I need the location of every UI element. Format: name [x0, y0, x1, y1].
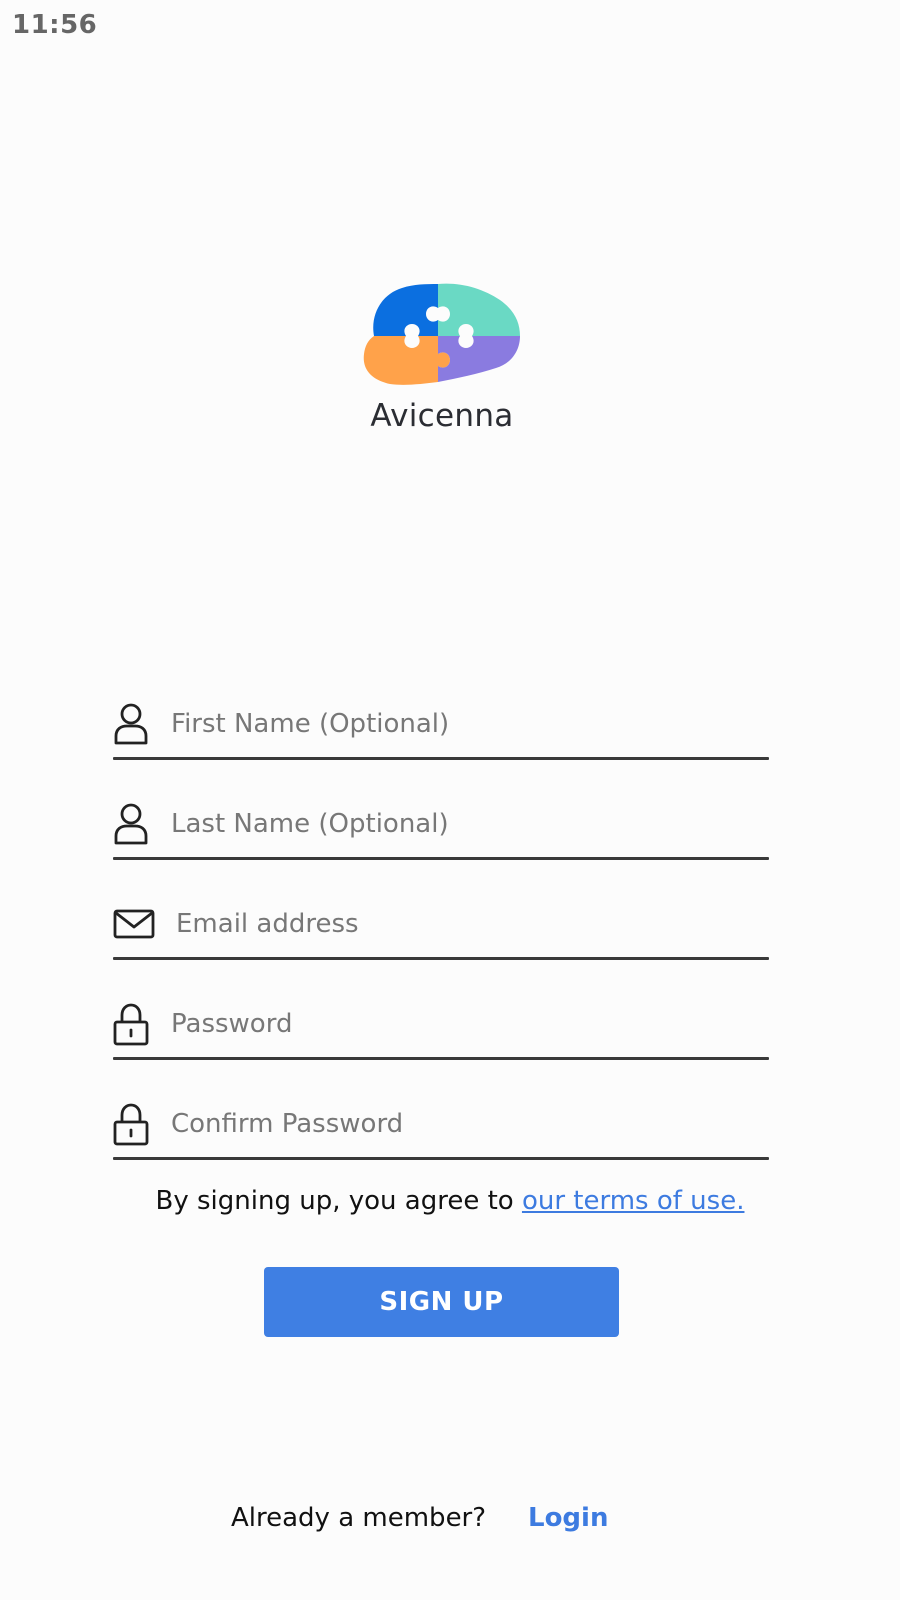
last-name-input[interactable] — [171, 804, 761, 844]
envelope-icon — [113, 902, 155, 946]
password-field — [113, 990, 769, 1090]
login-prompt: Already a member? Login — [0, 1503, 900, 1543]
email-field — [113, 890, 769, 990]
confirm-password-input[interactable] — [171, 1104, 761, 1144]
email-input[interactable] — [176, 904, 766, 944]
last-name-field — [113, 790, 769, 890]
signup-form — [113, 690, 769, 1190]
login-link[interactable]: Login — [528, 1503, 608, 1533]
status-bar: 11:56 — [0, 0, 900, 56]
app-logo: Avicenna — [360, 280, 540, 450]
input-underline — [113, 857, 769, 860]
puzzle-brain-icon — [363, 283, 520, 385]
lock-icon — [113, 1102, 153, 1146]
already-member-text: Already a member? — [231, 1503, 487, 1533]
confirm-password-field — [113, 1090, 769, 1190]
input-underline — [113, 757, 769, 760]
person-icon — [113, 802, 153, 846]
password-input[interactable] — [171, 1004, 761, 1044]
app-name: Avicenna — [370, 398, 514, 434]
status-time: 11:56 — [12, 10, 98, 40]
sign-up-button[interactable]: SIGN UP — [264, 1267, 619, 1337]
terms-text: By signing up, you agree to — [155, 1186, 522, 1216]
input-underline — [113, 1057, 769, 1060]
lock-icon — [113, 1002, 153, 1046]
input-underline — [113, 957, 769, 960]
terms-notice: By signing up, you agree to our terms of… — [0, 1186, 900, 1216]
terms-link[interactable]: our terms of use. — [522, 1186, 745, 1216]
input-underline — [113, 1157, 769, 1160]
signup-screen: 11:56 Avicenna First Name (Optional) Las… — [0, 0, 900, 1600]
first-name-input[interactable] — [171, 704, 761, 744]
first-name-field — [113, 690, 769, 790]
person-icon — [113, 702, 153, 746]
